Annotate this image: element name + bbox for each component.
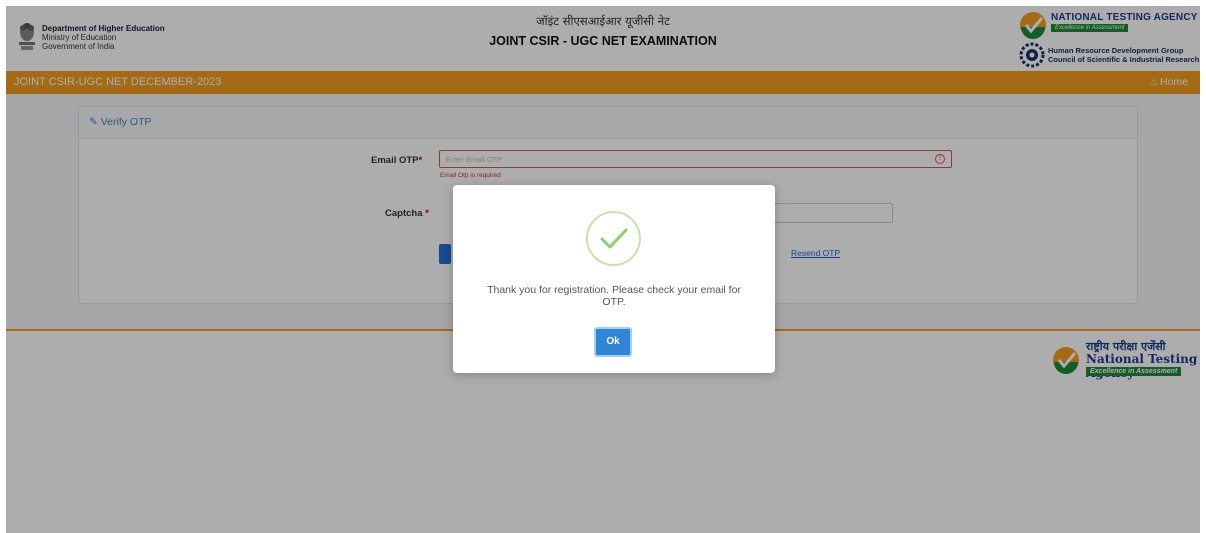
success-check-icon (586, 211, 641, 266)
success-dialog: Thank you for registration. Please check… (453, 185, 775, 373)
dialog-message: Thank you for registration. Please check… (487, 284, 741, 308)
page: Department of Higher Education Ministry … (6, 6, 1200, 533)
ok-button[interactable]: Ok (594, 327, 632, 357)
